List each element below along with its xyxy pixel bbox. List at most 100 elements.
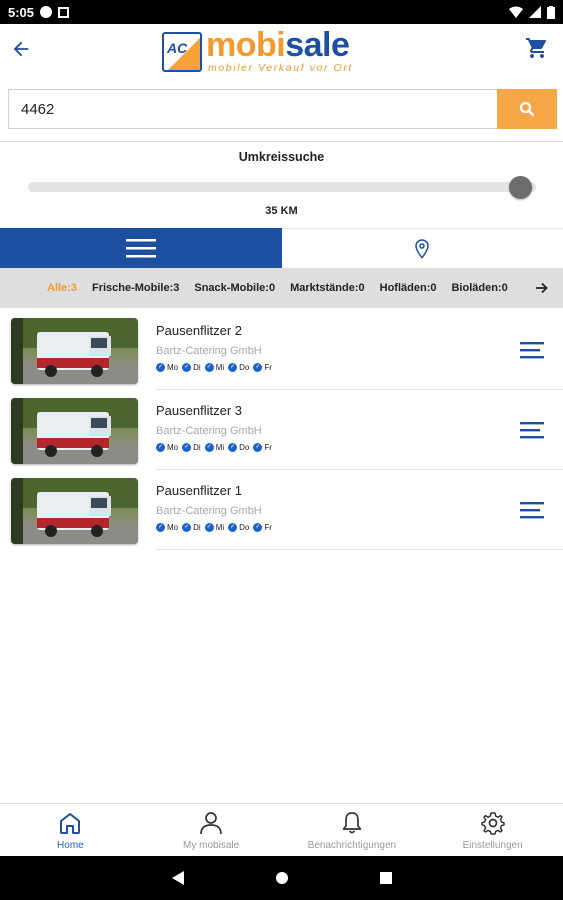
vendor-days: ✓ Mo ✓ Di ✓ Mi ✓ Do ✓ Fr — [156, 523, 272, 532]
day-badge: ✓ Di — [182, 523, 201, 532]
day-badge: ✓ Fr — [253, 443, 272, 452]
list-item[interactable]: Pausenflitzer 3 Bartz-Catering GmbH ✓ Mo … — [0, 390, 563, 470]
check-icon: ✓ — [182, 363, 192, 372]
check-icon: ✓ — [228, 363, 238, 372]
list-item[interactable]: Pausenflitzer 1 Bartz-Catering GmbH ✓ Mo … — [0, 470, 563, 550]
vendor-info: Pausenflitzer 1 Bartz-Catering GmbH ✓ Mo … — [156, 483, 272, 532]
search-button[interactable] — [497, 89, 557, 129]
tab-map-view[interactable] — [281, 228, 563, 268]
logo-word-sale: sale — [285, 26, 350, 64]
category-frische-mobile[interactable]: Frische-Mobile:3 — [92, 282, 179, 294]
nav-home[interactable]: Home — [0, 804, 141, 856]
app-bar: AC mobisale mobiler Verkauf vor Ort — [0, 24, 563, 84]
nav-label: Home — [57, 840, 84, 851]
day-badge: ✓ Mo — [156, 523, 179, 532]
status-time: 5:05 — [8, 4, 35, 20]
nav-label: Einstellungen — [462, 840, 523, 851]
category-biolaeden[interactable]: Bioläden:0 — [451, 282, 507, 294]
radius-title: Umkreissuche — [238, 150, 325, 164]
details-menu-icon[interactable] — [520, 340, 544, 360]
logo-tagline: mobiler Verkauf vor Ort — [208, 62, 353, 74]
vendor-company: Bartz-Catering GmbH — [156, 345, 262, 357]
cart-icon[interactable] — [525, 36, 549, 60]
category-marktstaende[interactable]: Marktstände:0 — [290, 282, 365, 294]
mobisale-logo: AC mobisale mobiler Verkauf vor Ort — [162, 26, 377, 76]
vendor-days: ✓ Mo ✓ Di ✓ Mi ✓ Do ✓ Fr — [156, 443, 272, 452]
home-circle-icon[interactable] — [275, 871, 289, 885]
signal-icon — [529, 6, 541, 18]
check-icon: ✓ — [204, 363, 214, 372]
nav-label: Benachrichtigungen — [307, 840, 397, 851]
menu-icon — [125, 239, 156, 258]
search-icon — [519, 101, 535, 117]
category-snack-mobile[interactable]: Snack-Mobile:0 — [194, 282, 275, 294]
check-icon: ✓ — [228, 443, 238, 452]
recents-square-icon[interactable] — [379, 871, 393, 885]
category-filter-bar: Alle:3 Frische-Mobile:3 Snack-Mobile:0 M… — [0, 268, 563, 308]
divider — [0, 141, 563, 142]
nav-notifications[interactable]: Benachrichtigungen — [282, 804, 423, 856]
day-badge: ✓ Mi — [204, 363, 225, 372]
view-toggle — [0, 228, 563, 268]
slider-thumb[interactable] — [508, 176, 532, 199]
day-badge: ✓ Mi — [204, 523, 225, 532]
check-icon: ✓ — [253, 523, 263, 532]
category-all[interactable]: Alle:3 — [47, 282, 77, 294]
back-triangle-icon[interactable] — [171, 870, 185, 886]
status-bar: 5:05 — [0, 0, 563, 24]
search-input[interactable] — [8, 89, 497, 129]
arrow-right-icon[interactable] — [535, 280, 549, 296]
vendor-list: Pausenflitzer 2 Bartz-Catering GmbH ✓ Mo … — [0, 310, 563, 550]
details-menu-icon[interactable] — [520, 420, 544, 440]
day-badge: ✓ Di — [182, 443, 201, 452]
vendor-name: Pausenflitzer 2 — [156, 323, 242, 338]
check-icon: ✓ — [156, 523, 165, 532]
check-icon: ✓ — [182, 523, 192, 532]
list-item[interactable]: Pausenflitzer 2 Bartz-Catering GmbH ✓ Mo … — [0, 310, 563, 390]
search-bar — [8, 89, 557, 129]
vendor-info: Pausenflitzer 3 Bartz-Catering GmbH ✓ Mo … — [156, 403, 272, 452]
vendor-name: Pausenflitzer 3 — [156, 403, 242, 418]
check-icon: ✓ — [156, 443, 165, 452]
check-icon: ✓ — [253, 363, 263, 372]
bell-icon — [342, 812, 362, 834]
gear-icon — [480, 812, 505, 835]
category-hoflaeden[interactable]: Hofläden:0 — [380, 282, 437, 294]
vendor-image — [11, 318, 138, 384]
vendor-days: ✓ Mo ✓ Di ✓ Mi ✓ Do ✓ Fr — [156, 363, 272, 372]
back-arrow-icon[interactable] — [10, 38, 32, 60]
logo-mark: AC — [162, 32, 202, 72]
vendor-company: Bartz-Catering GmbH — [156, 425, 262, 437]
check-icon: ✓ — [204, 443, 214, 452]
tab-list-view[interactable] — [0, 228, 282, 268]
check-icon: ✓ — [204, 523, 214, 532]
location-pin-icon — [415, 238, 430, 259]
divider — [156, 549, 563, 550]
day-badge: ✓ Mo — [156, 363, 179, 372]
details-menu-icon[interactable] — [520, 500, 544, 520]
notification-icon — [58, 6, 70, 18]
wifi-icon — [509, 6, 523, 18]
radius-slider[interactable] — [28, 176, 536, 199]
day-badge: ✓ Do — [228, 443, 250, 452]
bottom-nav: Home My mobisale Benachrichtigungen Eins… — [0, 803, 563, 856]
slider-fill — [28, 182, 521, 192]
day-badge: ✓ Mi — [204, 443, 225, 452]
check-icon: ✓ — [156, 363, 165, 372]
nav-settings[interactable]: Einstellungen — [422, 804, 563, 856]
check-icon: ✓ — [182, 443, 192, 452]
nav-my-mobisale[interactable]: My mobisale — [141, 804, 282, 856]
day-badge: ✓ Do — [228, 363, 250, 372]
day-badge: ✓ Di — [182, 363, 201, 372]
system-nav-bar — [0, 856, 563, 900]
vendor-info: Pausenflitzer 2 Bartz-Catering GmbH ✓ Mo … — [156, 323, 272, 372]
battery-icon — [547, 5, 555, 19]
vendor-company: Bartz-Catering GmbH — [156, 505, 262, 517]
vendor-image — [11, 478, 138, 544]
logo-word-mobi: mobi — [206, 26, 286, 64]
check-icon: ✓ — [228, 523, 238, 532]
vendor-image — [11, 398, 138, 464]
home-icon — [60, 813, 81, 834]
check-icon: ✓ — [253, 443, 263, 452]
radius-value: 35 KM — [265, 205, 298, 217]
